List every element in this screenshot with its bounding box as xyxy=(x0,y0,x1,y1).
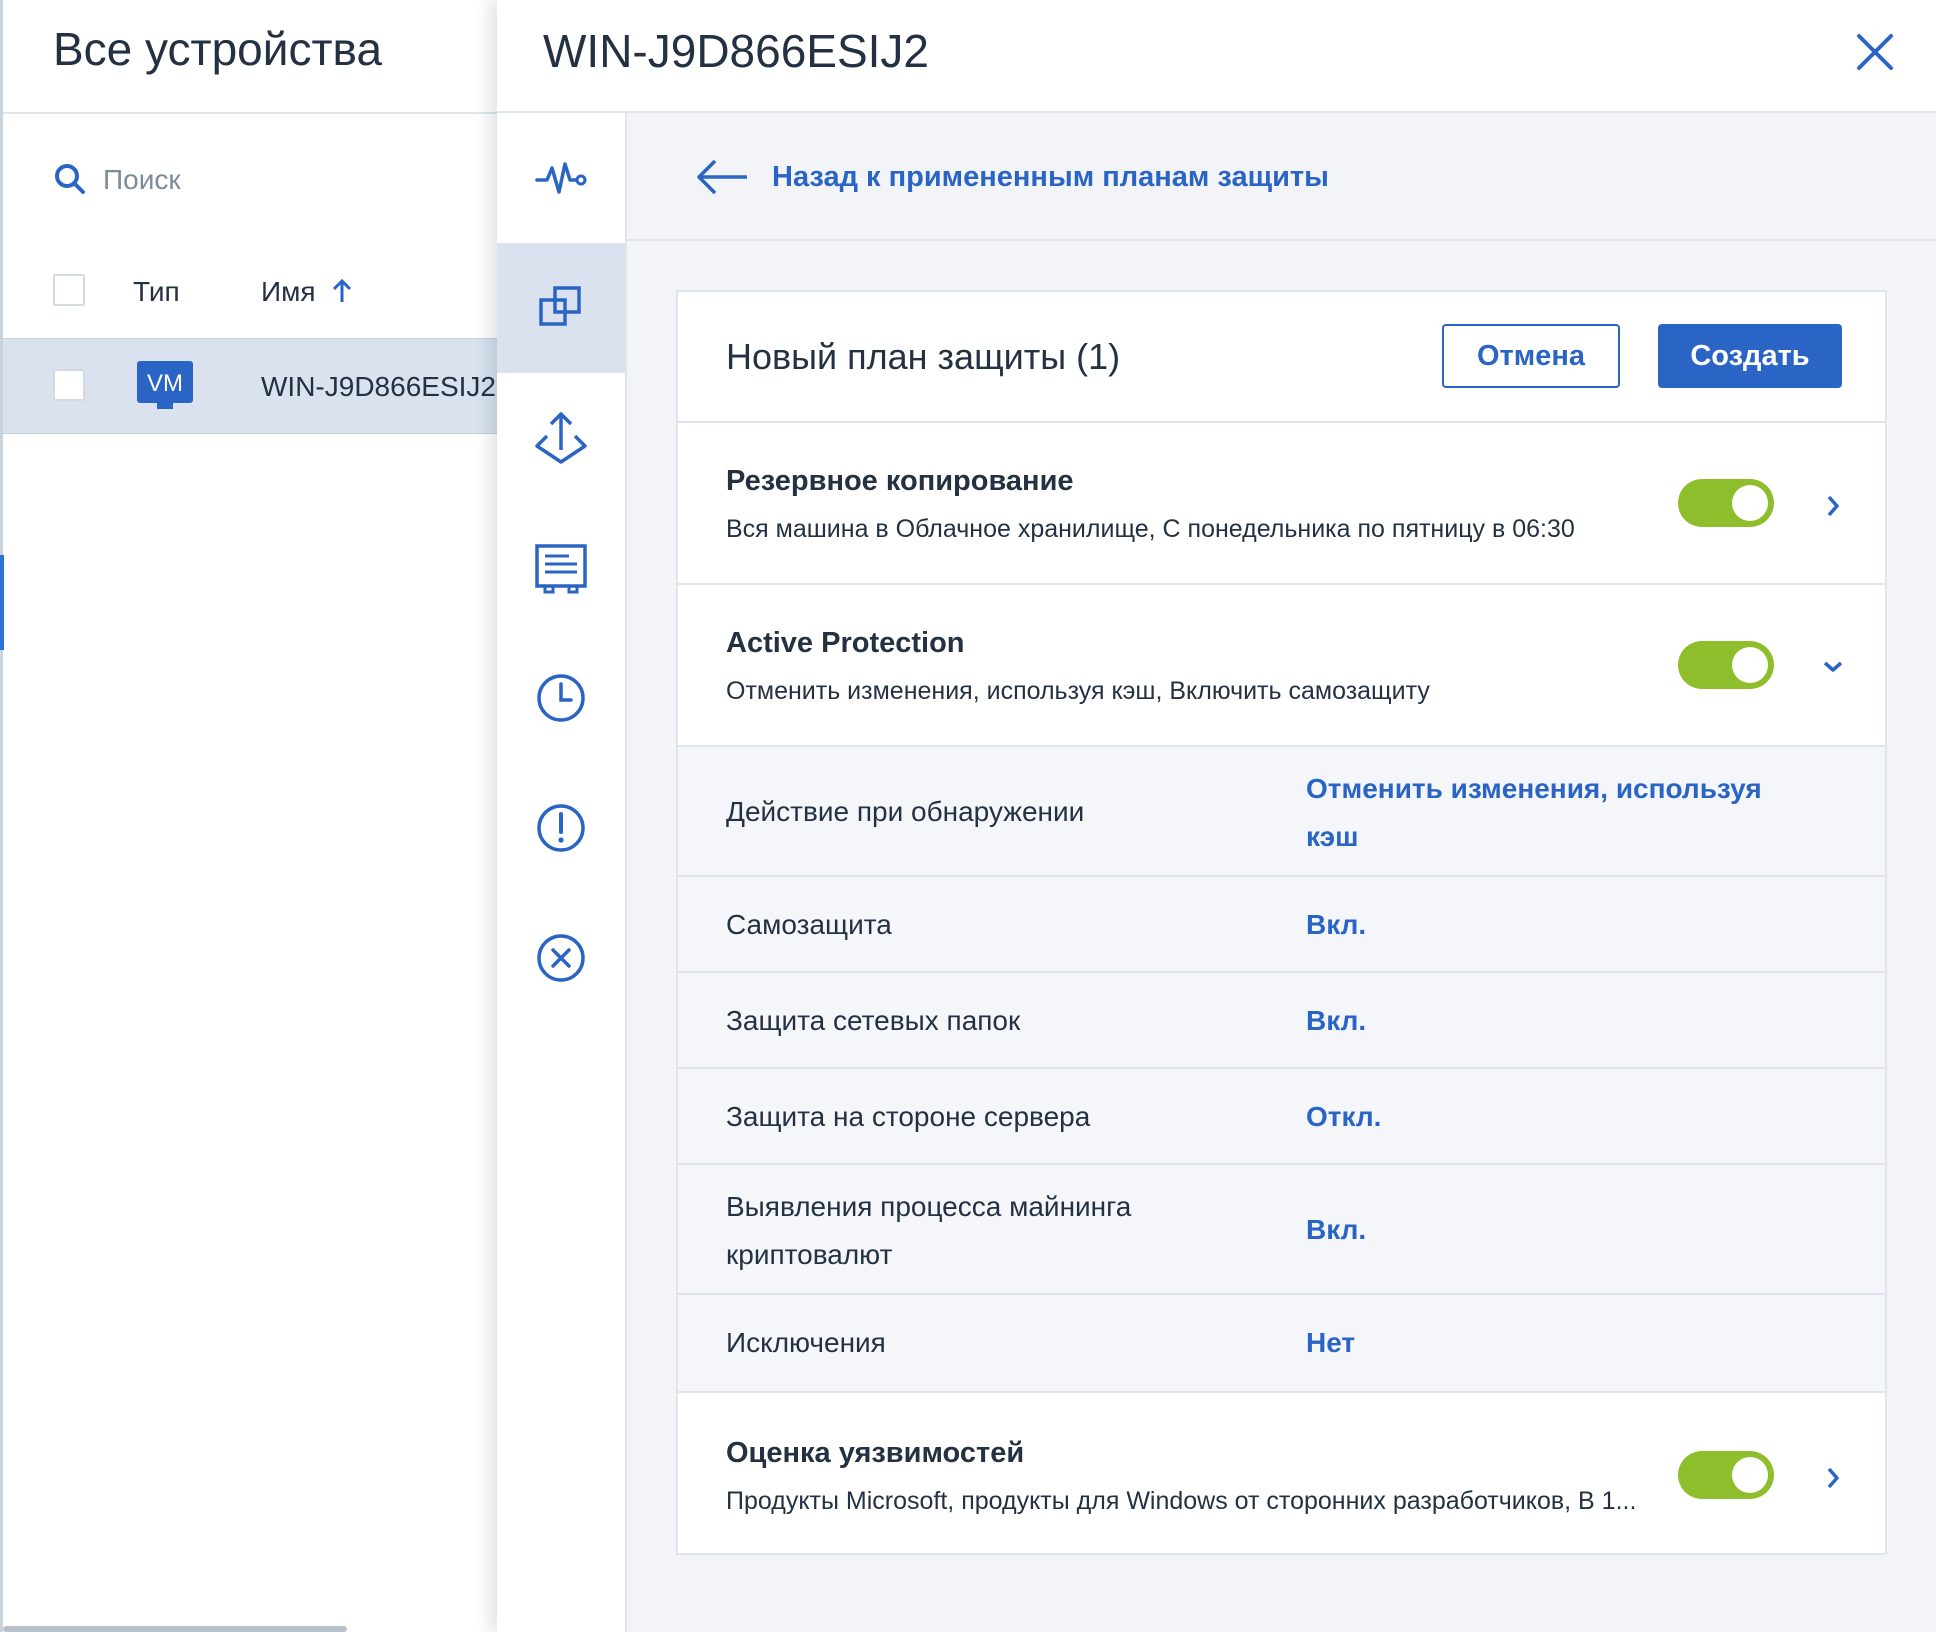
module-vulnerability-assessment[interactable]: Оценка уязвимостей Продукты Microsoft, п… xyxy=(678,1391,1885,1553)
device-list-panel: Все устройства Поиск Тип Имя VM WIN-J9D8… xyxy=(0,0,500,1632)
setting-value[interactable]: Нет xyxy=(1306,1319,1355,1367)
select-all-checkbox[interactable] xyxy=(53,274,85,306)
setting-label: Защита сетевых папок xyxy=(726,1005,1021,1036)
alert-icon xyxy=(537,804,585,852)
error-circle-icon xyxy=(537,934,585,982)
tab-errors[interactable] xyxy=(497,893,625,1023)
tab-recovery[interactable] xyxy=(497,373,625,503)
setting-label: Действие при обнаружении xyxy=(726,796,1085,827)
page-title: Все устройства xyxy=(53,23,383,75)
setting-row-self-protection[interactable]: Самозащита Вкл. xyxy=(678,877,1885,973)
module-description: Вся машина в Облачное хранилище, С понед… xyxy=(726,515,1575,543)
left-edge-accent xyxy=(0,555,4,650)
setting-row-cryptomining[interactable]: Выявления процесса майнинга криптовалют … xyxy=(678,1165,1885,1295)
back-navigation: Назад к примененным планам защиты xyxy=(627,113,1936,241)
clock-icon xyxy=(537,674,585,722)
header-divider xyxy=(3,112,500,114)
active-protection-settings: Действие при обнаружении Отменить измене… xyxy=(678,747,1885,1401)
tab-details[interactable] xyxy=(497,503,625,633)
setting-value[interactable]: Вкл. xyxy=(1306,997,1366,1045)
module-backup[interactable]: Резервное копирование Вся машина в Облач… xyxy=(678,423,1885,585)
details-icon xyxy=(535,544,587,594)
setting-value-continued[interactable]: кэш xyxy=(1306,813,1358,861)
module-title: Резервное копирование xyxy=(726,465,1074,497)
setting-value[interactable]: Отменить изменения, используя xyxy=(1306,765,1762,813)
content-area: Назад к примененным планам защиты Новый … xyxy=(627,113,1936,1632)
setting-label: Выявления процесса майнинга xyxy=(726,1191,1132,1222)
tab-activity[interactable] xyxy=(497,113,625,243)
column-header-type[interactable]: Тип xyxy=(133,276,180,308)
activity-icon xyxy=(535,162,587,194)
module-description: Отменить изменения, используя кэш, Включ… xyxy=(726,677,1430,705)
chevron-right-icon[interactable] xyxy=(1818,491,1848,521)
setting-row-network-folders[interactable]: Защита сетевых папок Вкл. xyxy=(678,973,1885,1069)
detail-header: WIN-J9D866ESIJ2 xyxy=(497,0,1936,113)
tab-alerts[interactable] xyxy=(497,763,625,893)
protection-plans-icon xyxy=(539,286,581,326)
protection-plan-card: Новый план защиты (1) Отмена Создать Рез… xyxy=(676,290,1887,1555)
recovery-icon xyxy=(535,412,587,464)
table-row[interactable]: VM WIN-J9D866ESIJ2 xyxy=(3,338,500,434)
module-title: Active Protection xyxy=(726,627,965,659)
vulnerability-toggle[interactable] xyxy=(1678,1451,1774,1499)
setting-label: Исключения xyxy=(726,1327,886,1358)
chevron-down-icon[interactable] xyxy=(1818,651,1848,681)
setting-value[interactable]: Откл. xyxy=(1306,1093,1381,1141)
close-icon[interactable] xyxy=(1849,26,1901,78)
plan-header: Новый план защиты (1) Отмена Создать xyxy=(678,292,1885,423)
device-name[interactable]: WIN-J9D866ESIJ2 xyxy=(261,371,496,403)
sort-ascending-icon[interactable] xyxy=(331,278,353,304)
setting-row-exclusions[interactable]: Исключения Нет xyxy=(678,1295,1885,1391)
device-title: WIN-J9D866ESIJ2 xyxy=(543,25,930,77)
plan-title[interactable]: Новый план защиты (1) xyxy=(726,336,1120,378)
horizontal-scrollbar[interactable] xyxy=(3,1626,347,1632)
tab-history[interactable] xyxy=(497,633,625,763)
setting-label-continued: криптовалют xyxy=(726,1239,893,1270)
chevron-right-icon[interactable] xyxy=(1818,1463,1848,1493)
backup-toggle[interactable] xyxy=(1678,479,1774,527)
setting-label: Защита на стороне сервера xyxy=(726,1101,1091,1132)
arrow-left-icon[interactable] xyxy=(695,157,749,197)
cancel-button[interactable]: Отмена xyxy=(1442,324,1620,388)
create-button[interactable]: Создать xyxy=(1658,324,1842,388)
vm-badge-text: VM xyxy=(147,370,183,397)
setting-label: Самозащита xyxy=(726,909,892,940)
device-detail-panel: WIN-J9D866ESIJ2 Назад к примененным план… xyxy=(497,0,1936,1632)
setting-row-server-side[interactable]: Защита на стороне сервера Откл. xyxy=(678,1069,1885,1165)
column-header-name[interactable]: Имя xyxy=(261,276,316,308)
tab-protection-plans[interactable] xyxy=(497,243,625,373)
module-description: Продукты Microsoft, продукты для Windows… xyxy=(726,1487,1637,1515)
vertical-tab-bar xyxy=(497,113,627,1632)
back-link[interactable]: Назад к примененным планам защиты xyxy=(772,161,1329,194)
setting-row-detection-action[interactable]: Действие при обнаружении Отменить измене… xyxy=(678,747,1885,877)
search-icon[interactable] xyxy=(53,162,87,196)
module-active-protection[interactable]: Active Protection Отменить изменения, ис… xyxy=(678,585,1885,747)
row-checkbox[interactable] xyxy=(53,369,85,401)
active-protection-toggle[interactable] xyxy=(1678,641,1774,689)
virtual-machine-icon: VM xyxy=(137,361,193,409)
module-title: Оценка уязвимостей xyxy=(726,1437,1025,1469)
setting-value[interactable]: Вкл. xyxy=(1306,901,1366,949)
search-input[interactable]: Поиск xyxy=(103,164,181,196)
setting-value[interactable]: Вкл. xyxy=(1306,1206,1366,1254)
